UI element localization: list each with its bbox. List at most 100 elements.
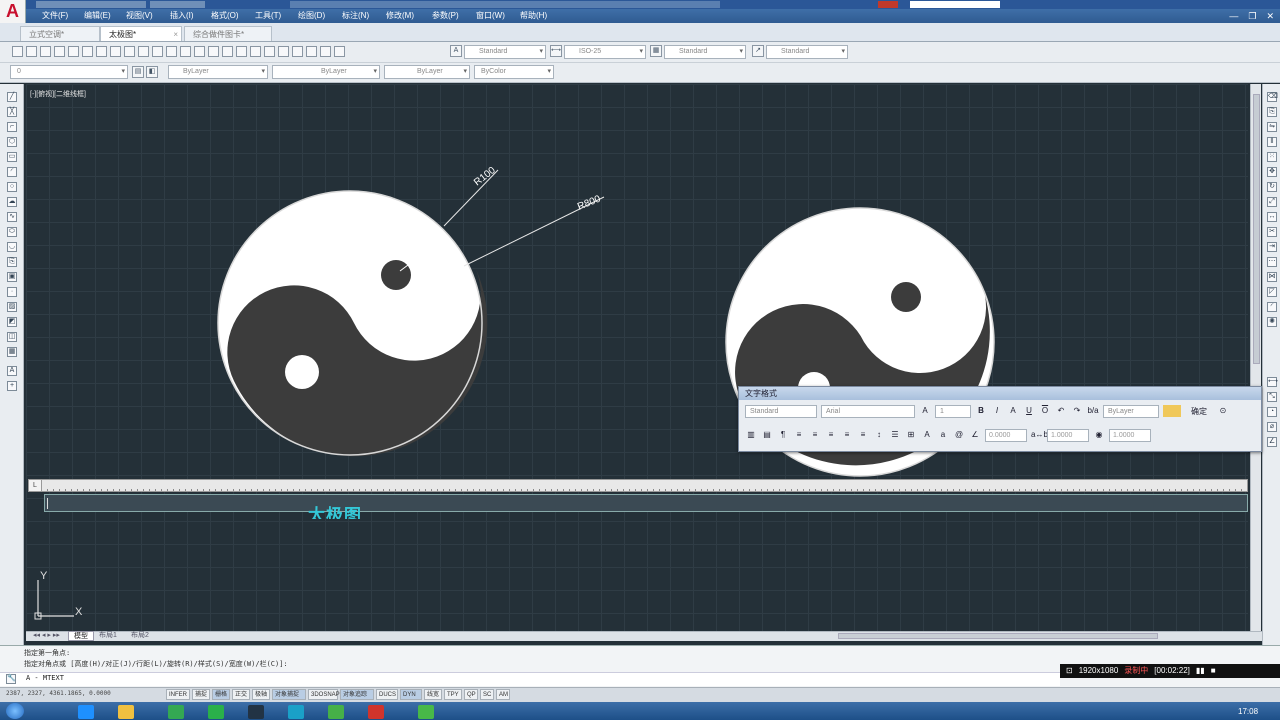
wrench-icon[interactable]: 🔧 [6, 674, 16, 684]
justify-icon[interactable]: ≡ [841, 429, 853, 441]
status-toggle-button[interactable]: 对象追踪 [340, 689, 374, 700]
ruler-toggle-icon[interactable] [1163, 405, 1181, 417]
pan-icon[interactable] [194, 46, 205, 57]
polygon-icon[interactable]: ⬡ [7, 137, 17, 147]
tracking-input[interactable]: 1.0000 [1047, 428, 1089, 442]
break-icon[interactable]: ⋯ [1267, 257, 1277, 267]
annotative-icon[interactable]: A [919, 405, 931, 417]
numbering-icon[interactable]: ☰ [889, 429, 901, 441]
status-toggle-button[interactable]: INFER [166, 689, 190, 700]
save-icon[interactable] [40, 46, 51, 57]
layer-previous-icon[interactable]: ◧ [146, 66, 158, 78]
move-icon[interactable]: ✥ [1267, 167, 1277, 177]
status-toggle-button[interactable]: 极轴 [252, 689, 270, 700]
status-toggle-button[interactable]: DUCS [376, 689, 398, 700]
scrollbar-thumb[interactable] [1253, 94, 1260, 364]
menu-parametric[interactable]: 参数(P) [432, 10, 459, 22]
columns-icon[interactable]: ▥ [745, 429, 757, 441]
width-factor-icon[interactable]: ◉ [1093, 429, 1105, 441]
arc-icon[interactable]: ◜ [7, 167, 17, 177]
point-icon[interactable]: · [7, 287, 17, 297]
drawing-canvas[interactable]: R100 R800 [26, 84, 1248, 632]
status-toggle-button[interactable]: SC [480, 689, 494, 700]
align-right-icon[interactable]: ≡ [825, 429, 837, 441]
mtext-ruler[interactable] [28, 479, 1248, 492]
new-file-icon[interactable] [12, 46, 23, 57]
browser-icon[interactable] [168, 705, 184, 719]
menu-draw[interactable]: 绘图(D) [298, 10, 325, 22]
print-icon[interactable] [54, 46, 65, 57]
plot-preview-icon[interactable] [68, 46, 79, 57]
explorer-icon[interactable] [118, 705, 134, 719]
zoom-previous-icon[interactable] [236, 46, 247, 57]
properties-icon[interactable] [250, 46, 261, 57]
width-factor-input[interactable]: 1.0000 [1109, 428, 1151, 442]
dim-style-icon[interactable]: ⟷ [550, 45, 562, 57]
dimension-radius-icon[interactable]: ◔ [1267, 407, 1277, 417]
multiline-text-icon[interactable]: A [7, 366, 17, 376]
cut-icon[interactable] [96, 46, 107, 57]
dimension-label-r100[interactable]: R100 [472, 165, 498, 189]
tool-palettes-icon[interactable] [278, 46, 289, 57]
status-toggle-button[interactable]: 3DOSNAP [308, 689, 340, 700]
menu-help[interactable]: 帮助(H) [520, 10, 547, 22]
menu-modify[interactable]: 修改(M) [386, 10, 414, 22]
tab-doc-3[interactable]: 综合做件图卡* [184, 26, 272, 41]
yin-yang-left[interactable]: R100 R800 [217, 165, 605, 457]
layer-properties-icon[interactable]: ▤ [132, 66, 144, 78]
italic-icon[interactable]: I [991, 405, 1003, 417]
explode-icon[interactable]: ✺ [1267, 317, 1277, 327]
linetype-select[interactable]: ByLayer ▾ [272, 65, 380, 79]
app-icon[interactable] [288, 705, 304, 719]
redo-icon[interactable] [180, 46, 191, 57]
paste-icon[interactable] [124, 46, 135, 57]
publish-icon[interactable] [82, 46, 93, 57]
dim-style-select[interactable]: ISO-25 ▾ [564, 45, 646, 59]
status-toggle-button[interactable]: 正交 [232, 689, 250, 700]
hatch-icon[interactable]: ▨ [7, 302, 17, 312]
circle-icon[interactable]: ○ [7, 182, 17, 192]
tab-doc-2[interactable]: 太极图* × [100, 26, 182, 41]
horizontal-scrollbar[interactable] [838, 633, 1158, 639]
table-style-icon[interactable]: ▦ [650, 45, 662, 57]
design-center-icon[interactable] [264, 46, 275, 57]
tab-model[interactable]: 模型 [68, 631, 94, 641]
rotate-icon[interactable]: ↻ [1267, 182, 1277, 192]
wechat-icon[interactable] [208, 705, 224, 719]
uppercase-icon[interactable]: A [921, 429, 933, 441]
insert-field-icon[interactable]: ⊞ [905, 429, 917, 441]
line-icon[interactable]: ╱ [7, 92, 17, 102]
oblique-angle-icon[interactable]: ∠ [969, 429, 981, 441]
status-toggle-button[interactable]: 栅格 [212, 689, 230, 700]
fillet-icon[interactable]: ◜ [1267, 302, 1277, 312]
layer-select[interactable]: 0 ▾ [10, 65, 128, 79]
status-toggle-button[interactable]: 线宽 [424, 689, 442, 700]
make-block-icon[interactable]: ▣ [7, 272, 17, 282]
redo-icon[interactable]: ↷ [1071, 405, 1083, 417]
open-file-icon[interactable] [26, 46, 37, 57]
close-icon[interactable]: ✕ [1266, 9, 1274, 23]
erase-icon[interactable]: ⌫ [1267, 92, 1278, 102]
mtext-content[interactable]: 太极图 [308, 503, 362, 519]
dimension-diameter-icon[interactable]: ⌀ [1267, 422, 1277, 432]
status-toggle-button[interactable]: QP [464, 689, 478, 700]
align-left-icon[interactable]: ≡ [793, 429, 805, 441]
command-input[interactable] [0, 672, 1060, 686]
undo-icon[interactable]: ↶ [1055, 405, 1067, 417]
tracking-icon[interactable]: a↔b [1031, 429, 1048, 441]
status-toggle-button[interactable]: DYN [400, 689, 422, 700]
menu-format[interactable]: 格式(O) [211, 10, 239, 22]
app-icon[interactable] [328, 705, 344, 719]
minimize-icon[interactable]: — [1229, 9, 1238, 23]
tab-layout1[interactable]: 布局1 [94, 631, 122, 641]
tab-layout2[interactable]: 布局2 [126, 631, 154, 641]
multileader-style-select[interactable]: Standard ▾ [766, 45, 848, 59]
oblique-angle-input[interactable]: 0.0000 [985, 428, 1027, 442]
text-style-icon[interactable]: A [450, 45, 462, 57]
sheet-set-icon[interactable] [292, 46, 303, 57]
status-toggle-button[interactable]: 对象捕捉 [272, 689, 306, 700]
scale-icon[interactable]: ⤢ [1267, 197, 1277, 207]
underline-icon[interactable]: U [1023, 405, 1035, 417]
plotstyle-select[interactable]: ByColor ▾ [474, 65, 554, 79]
dimension-aligned-icon[interactable]: ⤡ [1267, 392, 1277, 402]
